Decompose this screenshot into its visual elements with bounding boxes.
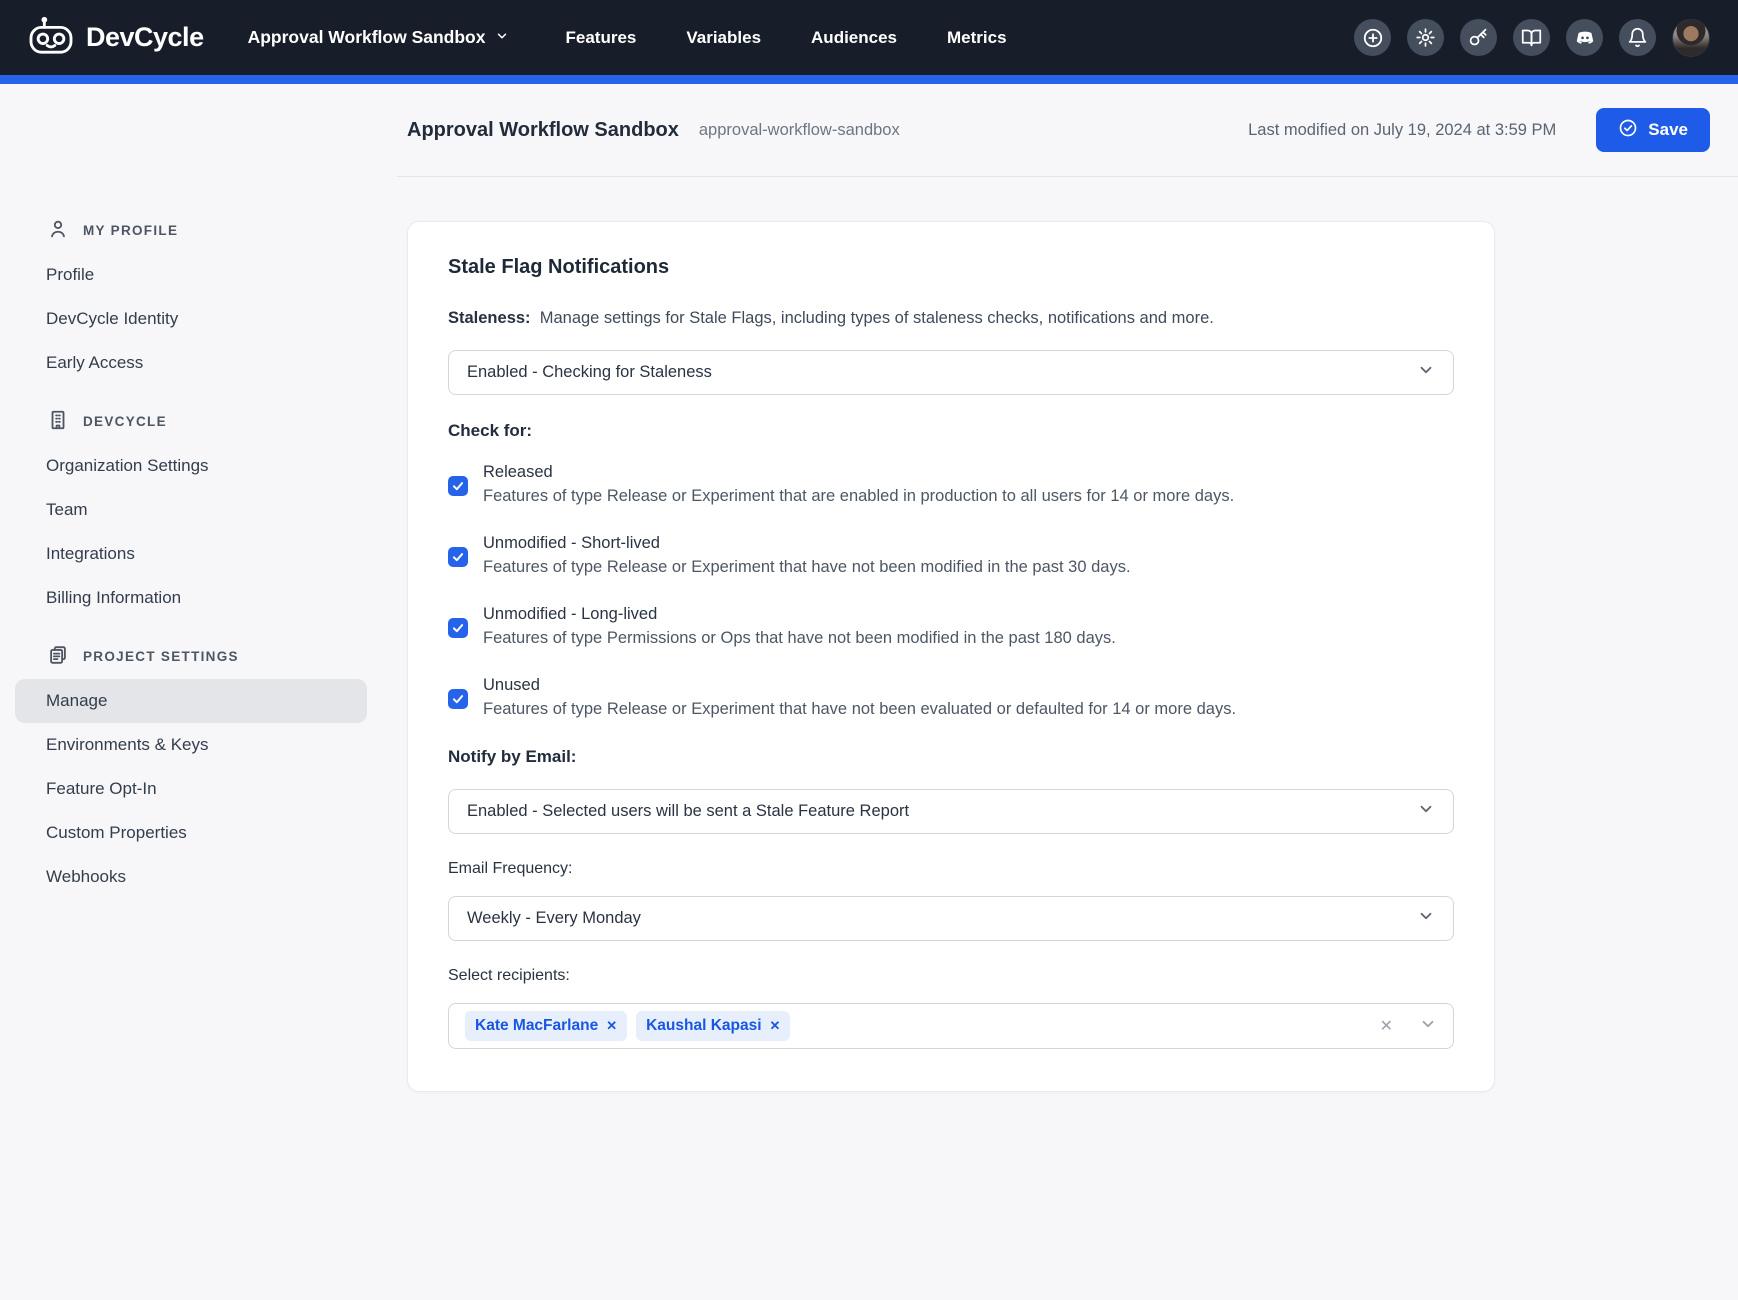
page-title: Approval Workflow Sandbox	[407, 119, 679, 142]
chevron-down-icon	[1417, 361, 1435, 384]
check-label: Unmodified - Long-lived	[483, 605, 1116, 624]
recipient-tag: Kaushal Kapasi ✕	[636, 1011, 790, 1041]
checkbox[interactable]	[448, 547, 468, 567]
staleness-checks: Released Features of type Release or Exp…	[448, 463, 1454, 719]
discord-button[interactable]	[1566, 19, 1603, 56]
nav-link[interactable]: Features	[565, 28, 636, 48]
recipients-multiselect[interactable]: Kate MacFarlane ✕ Kaushal Kapasi ✕ ✕	[448, 1003, 1454, 1049]
sidebar-item[interactable]: DevCycle Identity	[15, 297, 367, 341]
chevron-down-icon	[495, 27, 509, 48]
brand-name: DevCycle	[86, 22, 204, 53]
email-frequency-select[interactable]: Weekly - Every Monday	[448, 896, 1454, 941]
user-icon	[47, 218, 69, 243]
sidebar-item[interactable]: Feature Opt-In	[15, 767, 367, 811]
accent-bar	[0, 75, 1738, 84]
check-circle-icon	[1618, 118, 1638, 143]
navbar-actions	[1354, 19, 1710, 57]
sidebar-item[interactable]: Custom Properties	[15, 811, 367, 855]
checkbox[interactable]	[448, 689, 468, 709]
checkbox[interactable]	[448, 618, 468, 638]
page-slug: approval-workflow-sandbox	[699, 121, 900, 140]
settings-button[interactable]	[1407, 19, 1444, 56]
check-label: Unmodified - Short-lived	[483, 534, 1131, 553]
sidebar-section-devcycle: DevCycle Organization SettingsTeamIntegr…	[0, 399, 397, 620]
card-title: Stale Flag Notifications	[448, 256, 1454, 279]
email-frequency-label: Email Frequency:	[448, 860, 1454, 878]
add-button[interactable]	[1354, 19, 1391, 56]
notify-by-email-label: Notify by Email:	[448, 747, 1454, 767]
sidebar-item[interactable]: Environments & Keys	[15, 723, 367, 767]
sidebar-item[interactable]: Organization Settings	[15, 444, 367, 488]
check-label: Unused	[483, 676, 1236, 695]
sidebar-header-project-settings: Project Settings	[0, 634, 397, 679]
sidebar-item[interactable]: Manage	[15, 679, 367, 723]
sidebar-item[interactable]: Integrations	[15, 532, 367, 576]
last-modified-text: Last modified on July 19, 2024 at 3:59 P…	[1248, 121, 1556, 140]
check-row: Unused Features of type Release or Exper…	[448, 676, 1454, 719]
clear-recipients-icon[interactable]: ✕	[1380, 1016, 1393, 1036]
nav-link[interactable]: Variables	[686, 28, 761, 48]
settings-sidebar: My Profile ProfileDevCycle IdentityEarly…	[0, 84, 397, 1300]
devcycle-robot-icon	[28, 15, 74, 60]
nav-link[interactable]: Metrics	[947, 28, 1007, 48]
check-row: Unmodified - Long-lived Features of type…	[448, 605, 1454, 648]
user-avatar[interactable]	[1672, 19, 1710, 57]
check-for-label: Check for:	[448, 421, 1454, 441]
sidebar-header-my-profile: My Profile	[0, 208, 397, 253]
sidebar-item[interactable]: Billing Information	[15, 576, 367, 620]
bell-icon	[1627, 27, 1648, 48]
check-row: Unmodified - Short-lived Features of typ…	[448, 534, 1454, 577]
check-row: Released Features of type Release or Exp…	[448, 463, 1454, 506]
notifications-button[interactable]	[1619, 19, 1656, 56]
book-icon	[1521, 27, 1542, 48]
save-button[interactable]: Save	[1596, 108, 1710, 152]
clipboard-icon	[47, 644, 69, 669]
stale-flag-notifications-card: Stale Flag Notifications Staleness: Mana…	[407, 221, 1495, 1092]
sidebar-item[interactable]: Team	[15, 488, 367, 532]
sidebar-item[interactable]: Early Access	[15, 341, 367, 385]
add-icon	[1362, 27, 1384, 49]
sidebar-item[interactable]: Webhooks	[15, 855, 367, 899]
docs-button[interactable]	[1513, 19, 1550, 56]
discord-icon	[1574, 27, 1596, 49]
project-selector[interactable]: Approval Workflow Sandbox	[248, 27, 510, 48]
sidebar-item[interactable]: Profile	[15, 253, 367, 297]
select-recipients-label: Select recipients:	[448, 967, 1454, 985]
staleness-description: Staleness: Manage settings for Stale Fla…	[448, 309, 1454, 328]
nav-links: Features Variables Audiences Metrics	[565, 28, 1006, 48]
check-label: Released	[483, 463, 1234, 482]
gear-icon	[1415, 27, 1436, 48]
sidebar-section-my-profile: My Profile ProfileDevCycle IdentityEarly…	[0, 208, 397, 385]
nav-link[interactable]: Audiences	[811, 28, 897, 48]
staleness-select[interactable]: Enabled - Checking for Staleness	[448, 350, 1454, 395]
devcycle-logo[interactable]: DevCycle	[28, 15, 204, 60]
remove-recipient-icon[interactable]: ✕	[770, 1018, 781, 1034]
sidebar-header-devcycle: DevCycle	[0, 399, 397, 444]
top-navbar: DevCycle Approval Workflow Sandbox Featu…	[0, 0, 1738, 75]
check-description: Features of type Permissions or Ops that…	[483, 629, 1116, 648]
chevron-down-icon[interactable]	[1419, 1015, 1437, 1038]
recipient-tag: Kate MacFarlane ✕	[465, 1011, 627, 1041]
notify-by-email-select[interactable]: Enabled - Selected users will be sent a …	[448, 789, 1454, 834]
building-icon	[47, 409, 69, 434]
sidebar-section-project-settings: Project Settings ManageEnvironments & Ke…	[0, 634, 397, 899]
check-description: Features of type Release or Experiment t…	[483, 487, 1234, 506]
key-icon	[1468, 27, 1489, 48]
api-keys-button[interactable]	[1460, 19, 1497, 56]
checkbox[interactable]	[448, 476, 468, 496]
check-description: Features of type Release or Experiment t…	[483, 700, 1236, 719]
chevron-down-icon	[1417, 800, 1435, 823]
content-header: Approval Workflow Sandbox approval-workf…	[397, 84, 1738, 177]
remove-recipient-icon[interactable]: ✕	[606, 1018, 617, 1034]
chevron-down-icon	[1417, 907, 1435, 930]
check-description: Features of type Release or Experiment t…	[483, 558, 1131, 577]
